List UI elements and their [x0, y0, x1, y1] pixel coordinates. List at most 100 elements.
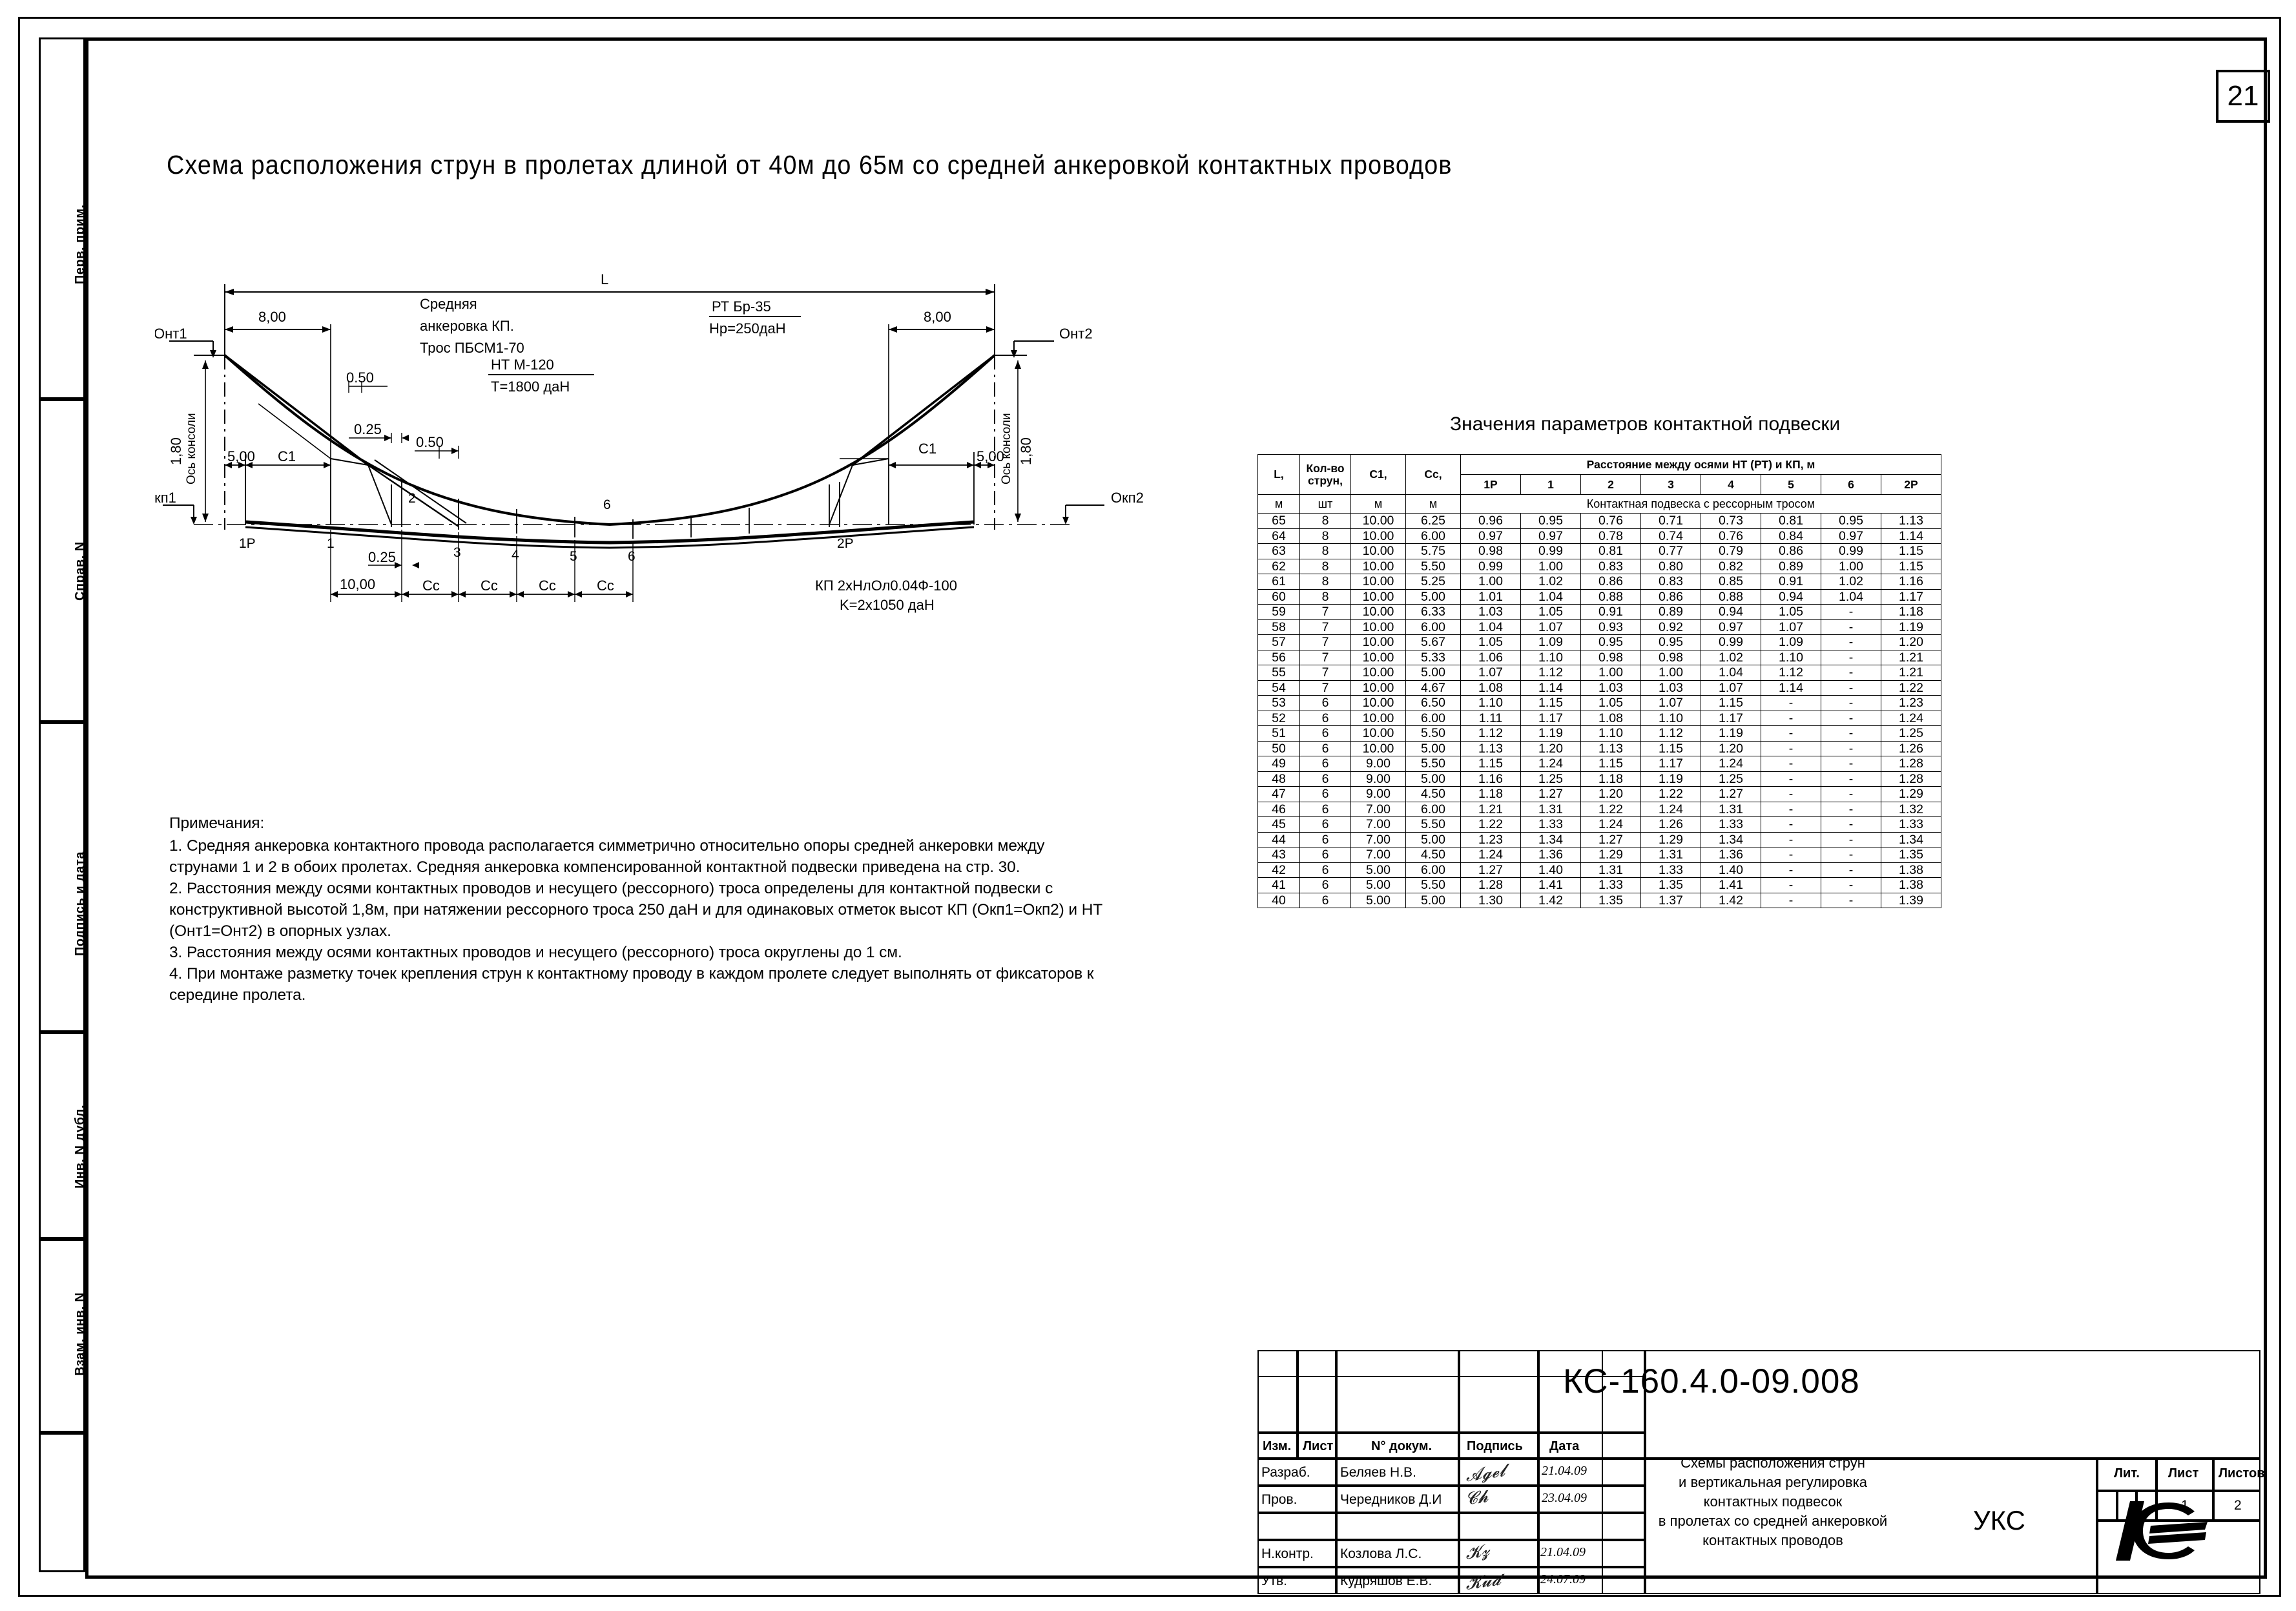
- table-cell: 0.99: [1460, 558, 1521, 574]
- table-cell: 0.98: [1640, 649, 1701, 665]
- label-okp1: Окп1: [155, 490, 176, 506]
- table-cell: 1.16: [1460, 771, 1521, 787]
- table-cell: -: [1821, 847, 1881, 863]
- table-cell: 1.22: [1460, 816, 1521, 833]
- table-cell: 5.75: [1405, 543, 1461, 559]
- table-cell: 1.11: [1460, 710, 1521, 726]
- table-cell: -: [1821, 862, 1881, 878]
- table-cell: 10.00: [1350, 604, 1406, 620]
- table-cell: 1.10: [1580, 725, 1641, 742]
- table-cell: 1.38: [1881, 877, 1941, 893]
- table-cell: 1.20: [1881, 634, 1941, 650]
- table-cell: -: [1761, 786, 1821, 802]
- table-cell: 6.00: [1405, 801, 1461, 817]
- table-cell: -: [1761, 862, 1821, 878]
- table-cell: 42: [1257, 862, 1300, 878]
- string-label-2P: 2Р: [837, 536, 854, 551]
- table-cell: 0.89: [1640, 604, 1701, 620]
- table-cell: 41: [1257, 877, 1300, 893]
- string-top-2: 2: [408, 491, 416, 506]
- table-cell: 60: [1257, 588, 1300, 605]
- table-cell: 0.88: [1701, 588, 1761, 605]
- table-cell: 0.83: [1640, 574, 1701, 590]
- table-cell: 6.00: [1405, 710, 1461, 726]
- table-cell: 6: [1299, 892, 1351, 908]
- string-label-5: 5: [570, 549, 577, 564]
- th-sub-6: 6: [1821, 474, 1881, 495]
- table-cell: 1.00: [1520, 558, 1581, 574]
- tb-header-podpis: Подпись: [1467, 1439, 1523, 1453]
- table-cell: 1.27: [1460, 862, 1521, 878]
- string-label-6: 6: [628, 549, 636, 564]
- table-cell: 0.92: [1640, 619, 1701, 635]
- table-cell: 48: [1257, 771, 1300, 787]
- margin-label-inv-dubl: Инв. N дубл.: [73, 1104, 87, 1189]
- tb-name-4: Кудряшов Е.В.: [1340, 1574, 1432, 1588]
- table-cell: 1.29: [1640, 831, 1701, 847]
- table-cell: 1.15: [1580, 756, 1641, 772]
- stamp-title-line-1: Схемы расположения струн: [1681, 1455, 1865, 1471]
- table-cell: 6.00: [1405, 619, 1461, 635]
- tb-listov-header: Листов: [2218, 1466, 2265, 1481]
- dim-cc-4: Cc: [597, 577, 614, 594]
- table-cell: 1.20: [1520, 740, 1581, 756]
- table-cell: 1.33: [1640, 862, 1701, 878]
- table-cell: 6: [1299, 862, 1351, 878]
- table-cell: 1.19: [1881, 619, 1941, 635]
- table-cell: 5.00: [1350, 892, 1406, 908]
- parameters-table-body: 65 8 10.00 6.25 0.96 0.95 0.76 0.71 0.73 0.81 0.95…: [1257, 513, 1941, 908]
- table-cell: 0.97: [1821, 528, 1881, 544]
- table-cell: 1.18: [1460, 786, 1521, 802]
- table-row: 40 6 5.00 5.00 1.30 1.42 1.35 1.37 1.42- -1.39: [1257, 892, 1941, 908]
- table-cell: 1.17: [1881, 588, 1941, 605]
- table-cell: 1.41: [1701, 877, 1761, 893]
- table-cell: -: [1821, 740, 1881, 756]
- table-cell: 0.82: [1701, 558, 1761, 574]
- table-cell: 1.03: [1460, 604, 1521, 620]
- table-cell: 0.79: [1701, 543, 1761, 559]
- table-cell: 10.00: [1350, 588, 1406, 605]
- table-cell: 1.03: [1580, 680, 1641, 696]
- table-cell: 4.67: [1405, 680, 1461, 696]
- table-cell: 7.00: [1350, 831, 1406, 847]
- table-cell: 9.00: [1350, 786, 1406, 802]
- table-cell: 1.10: [1460, 695, 1521, 711]
- table-cell: 10.00: [1350, 543, 1406, 559]
- table-cell: 5.67: [1405, 634, 1461, 650]
- table-cell: 1.09: [1520, 634, 1581, 650]
- table-cell: 7: [1299, 649, 1351, 665]
- page-number-box: 21: [2216, 70, 2270, 123]
- table-cell: 1.21: [1881, 665, 1941, 681]
- tb-signature-1: 𝓒𝓱: [1464, 1486, 1490, 1509]
- table-cell: 1.33: [1520, 816, 1581, 833]
- table-row: 45 6 7.00 5.50 1.22 1.33 1.24 1.26 1.33- -1.33: [1257, 816, 1941, 833]
- table-cell: -: [1821, 877, 1881, 893]
- stamp-title-line-4: в пролетах со средней анкеровкой: [1658, 1513, 1888, 1529]
- dim-cc-2: Cc: [481, 577, 498, 594]
- unit-c1: м: [1350, 494, 1406, 514]
- notes-block: Примечания: 1. Средняя анкеровка контакт…: [169, 813, 1112, 1006]
- table-cell: 0.98: [1460, 543, 1521, 559]
- table-cell: 1.15: [1640, 740, 1701, 756]
- margin-cell-blank: [39, 1433, 85, 1572]
- table-cell: 1.31: [1640, 847, 1701, 863]
- table-cell: 0.76: [1580, 513, 1641, 529]
- table-row: 60 8 10.00 5.00 1.01 1.04 0.88 0.86 0.88 0.94 1.04…: [1257, 588, 1941, 605]
- table-cell: 1.07: [1460, 665, 1521, 681]
- table-cell: -: [1761, 847, 1821, 863]
- table-cell: 0.89: [1761, 558, 1821, 574]
- table-cell: 1.33: [1580, 877, 1641, 893]
- table-cell: 51: [1257, 725, 1300, 742]
- dim-c1-left: C1: [278, 448, 296, 464]
- table-cell: 6: [1299, 710, 1351, 726]
- table-cell: 10.00: [1350, 665, 1406, 681]
- table-cell: 52: [1257, 710, 1300, 726]
- table-cell: 1.10: [1520, 649, 1581, 665]
- tb-date-4: 24.07.09: [1540, 1572, 1586, 1586]
- parameters-table: L, Кол-во струн, C1, Cc, Расстояние между…: [1257, 454, 1941, 908]
- table-row: 59 7 10.00 6.33 1.03 1.05 0.91 0.89 0.94 1.05-1.1…: [1257, 604, 1941, 620]
- table-row: 64 8 10.00 6.00 0.97 0.97 0.78 0.74 0.76 0.84 0.97…: [1257, 528, 1941, 544]
- tb-role-0: Разраб.: [1261, 1465, 1310, 1480]
- table-cell: 1.12: [1460, 725, 1521, 742]
- table-cell: 8: [1299, 588, 1351, 605]
